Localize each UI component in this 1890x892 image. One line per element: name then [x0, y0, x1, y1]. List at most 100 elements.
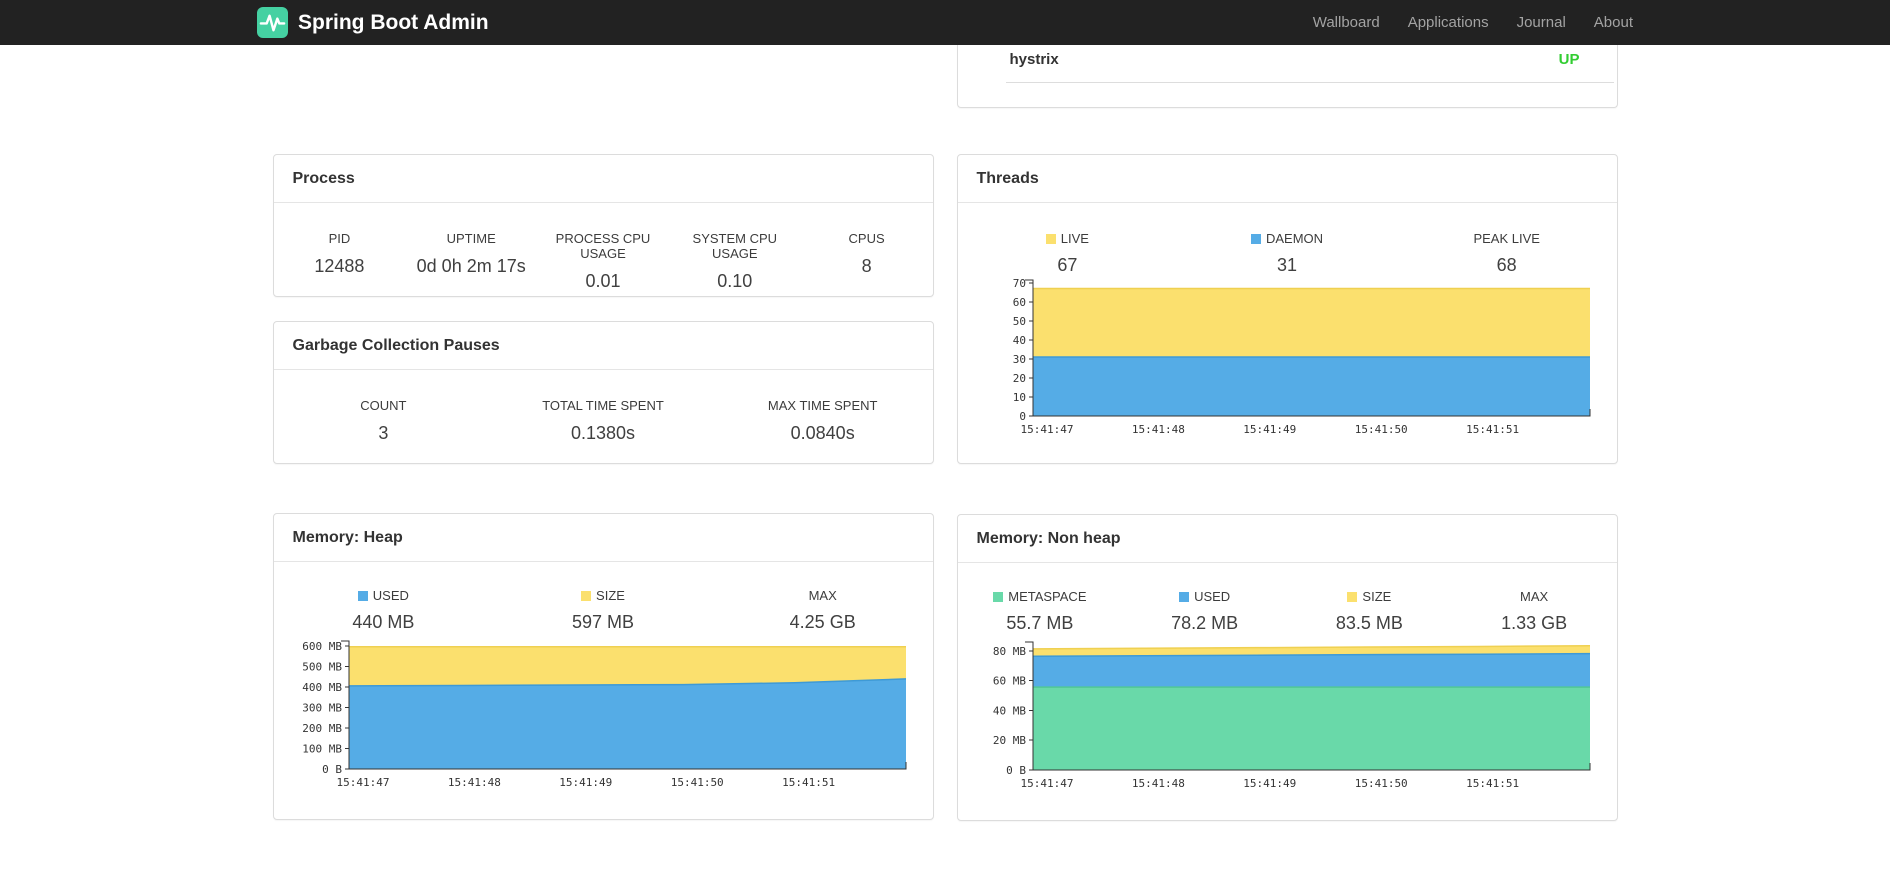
- legend-label: SIZE: [1287, 589, 1452, 604]
- health-row-hystrix: hystrix UP: [1005, 45, 1614, 83]
- svg-text:15:41:49: 15:41:49: [559, 776, 612, 789]
- legend-label-text: USED: [1194, 589, 1231, 604]
- threads-panel: Threads LIVE 67 DAEMON 31 PEAK LIVE 68 0…: [956, 154, 1618, 464]
- nav-links: Wallboard Applications Journal About: [1299, 14, 1633, 31]
- svg-text:15:41:48: 15:41:48: [447, 776, 500, 789]
- metric-gc-max-time: MAX TIME SPENT 0.0840s: [713, 398, 933, 444]
- legend-value: 68: [1496, 255, 1517, 275]
- svg-text:10: 10: [1012, 391, 1025, 404]
- metric-label: MAX TIME SPENT: [767, 398, 878, 413]
- metric-label: PID: [328, 231, 351, 246]
- svg-text:15:41:47: 15:41:47: [1020, 423, 1073, 436]
- svg-text:15:41:49: 15:41:49: [1243, 423, 1296, 436]
- nonheap-chart-svg: 0 B 20 MB 40 MB 60 MB 80 MB 15:41:47 15:41:48 1…: [992, 641, 1590, 790]
- legend-label-text: PEAK LIVE: [1473, 231, 1540, 246]
- legend-label: SIZE: [493, 588, 713, 603]
- legend-value: 78.2 MB: [1171, 613, 1239, 633]
- legend-label: USED: [274, 588, 494, 603]
- legend-live: LIVE 67: [958, 231, 1178, 276]
- process-metrics: PID 12488 UPTIME 0d 0h 2m 17s PROCESS CP…: [274, 203, 933, 292]
- main-content: Process PID 12488 UPTIME 0d 0h 2m 17s PR…: [272, 45, 1618, 821]
- nonheap-legend: METASPACE 55.7 MB USED 78.2 MB SIZE 83.5…: [958, 563, 1617, 634]
- gc-panel-title: Garbage Collection Pauses: [273, 322, 933, 370]
- left-column: Process PID 12488 UPTIME 0d 0h 2m 17s PR…: [272, 45, 934, 820]
- legend-label: MAX: [1452, 589, 1617, 604]
- svg-text:15:41:50: 15:41:50: [1354, 423, 1407, 436]
- memory-heap-panel: Memory: Heap USED 440 MB SIZE 597 MB MAX…: [272, 513, 934, 820]
- threads-panel-title: Threads: [957, 155, 1617, 203]
- svg-text:100 MB: 100 MB: [302, 743, 342, 756]
- svg-text:15:41:48: 15:41:48: [1131, 423, 1184, 436]
- legend-label-text: SIZE: [596, 588, 625, 603]
- svg-text:60 MB: 60 MB: [992, 675, 1025, 688]
- svg-text:400 MB: 400 MB: [302, 681, 342, 694]
- brand-link[interactable]: Spring Boot Admin: [257, 7, 489, 38]
- legend-label: MAX: [713, 588, 933, 603]
- legend-value: 83.5 MB: [1335, 613, 1403, 633]
- legend-label-text: LIVE: [1060, 231, 1089, 246]
- legend-nonheap-size: SIZE 83.5 MB: [1287, 589, 1452, 634]
- metric-value: 0.0840s: [790, 423, 855, 443]
- svg-text:20: 20: [1012, 372, 1025, 385]
- svg-text:15:41:51: 15:41:51: [1466, 423, 1519, 436]
- used-swatch-icon: [357, 590, 368, 601]
- legend-nonheap-used: USED 78.2 MB: [1122, 589, 1287, 634]
- svg-text:0 B: 0 B: [1006, 764, 1026, 777]
- nav-item-about[interactable]: About: [1580, 14, 1633, 31]
- spring-boot-admin-logo-icon: [257, 7, 288, 38]
- threads-chart-svg: 0 10 20 30 40 50 60 70 15:41:47 15:41:48 15:41:49 1…: [1012, 277, 1590, 436]
- legend-label: DAEMON: [1177, 231, 1397, 246]
- metric-label: TOTAL TIME SPENT: [542, 398, 664, 413]
- metric-value: 0.10: [717, 271, 753, 291]
- navbar: Spring Boot Admin Wallboard Applications…: [0, 0, 1890, 45]
- metric-label: SYSTEM CPU USAGE: [692, 231, 778, 261]
- metric-value: 0.1380s: [570, 423, 636, 443]
- metric-label: CPUS: [848, 231, 885, 246]
- svg-text:40: 40: [1012, 334, 1025, 347]
- legend-label-text: DAEMON: [1265, 231, 1324, 246]
- svg-text:60: 60: [1012, 296, 1025, 309]
- svg-text:30: 30: [1012, 353, 1025, 366]
- brand-title: Spring Boot Admin: [298, 10, 489, 34]
- nav-item-journal[interactable]: Journal: [1503, 14, 1580, 31]
- metric-label: UPTIME: [446, 231, 496, 246]
- process-panel-title: Process: [273, 155, 933, 203]
- legend-value: 4.25 GB: [789, 612, 856, 632]
- metric-cpus: CPUS 8: [801, 231, 933, 292]
- nav-item-applications[interactable]: Applications: [1394, 14, 1503, 31]
- metaspace-swatch-icon: [993, 591, 1004, 602]
- memory-heap-panel-title: Memory: Heap: [273, 514, 933, 562]
- legend-value: 1.33 GB: [1501, 613, 1568, 633]
- svg-text:15:41:47: 15:41:47: [1020, 777, 1073, 790]
- legend-heap-used: USED 440 MB: [274, 588, 494, 633]
- svg-text:40 MB: 40 MB: [992, 704, 1025, 717]
- legend-label: PEAK LIVE: [1397, 231, 1617, 246]
- legend-label-text: SIZE: [1362, 589, 1392, 604]
- size-swatch-icon: [581, 590, 592, 601]
- legend-nonheap-max: MAX 1.33 GB: [1452, 589, 1617, 634]
- health-panel-body: hystrix UP: [1005, 45, 1614, 83]
- used-swatch-icon: [1179, 591, 1190, 602]
- heap-chart: 0 B 100 MB 200 MB 300 MB 400 MB 500 MB 600 MB 1…: [274, 637, 933, 795]
- metric-value: 0d 0h 2m 17s: [416, 256, 526, 276]
- legend-value: 31: [1276, 255, 1298, 275]
- metric-pid: PID 12488: [274, 231, 406, 292]
- svg-text:300 MB: 300 MB: [302, 702, 342, 715]
- threads-legend: LIVE 67 DAEMON 31 PEAK LIVE 68: [958, 203, 1617, 276]
- svg-text:0 B: 0 B: [322, 763, 342, 776]
- nav-item-wallboard[interactable]: Wallboard: [1299, 14, 1394, 31]
- svg-text:80 MB: 80 MB: [992, 645, 1025, 658]
- legend-label: METASPACE: [958, 589, 1123, 604]
- legend-value: 597 MB: [571, 612, 635, 632]
- legend-label: USED: [1122, 589, 1287, 604]
- svg-text:15:41:47: 15:41:47: [336, 776, 389, 789]
- legend-value: 67: [1057, 255, 1078, 275]
- right-column: hystrix UP Threads LIVE 67 DAEMON 31 PEA…: [956, 45, 1618, 821]
- svg-text:15:41:49: 15:41:49: [1243, 777, 1296, 790]
- threads-chart: 0 10 20 30 40 50 60 70 15:41:47 15:41:48 15:41:49 1…: [958, 276, 1617, 442]
- svg-text:0: 0: [1019, 410, 1026, 423]
- memory-nonheap-panel-title: Memory: Non heap: [957, 515, 1617, 563]
- svg-text:15:41:51: 15:41:51: [1466, 777, 1519, 790]
- metric-value: 3: [378, 423, 389, 443]
- legend-heap-max: MAX 4.25 GB: [713, 588, 933, 633]
